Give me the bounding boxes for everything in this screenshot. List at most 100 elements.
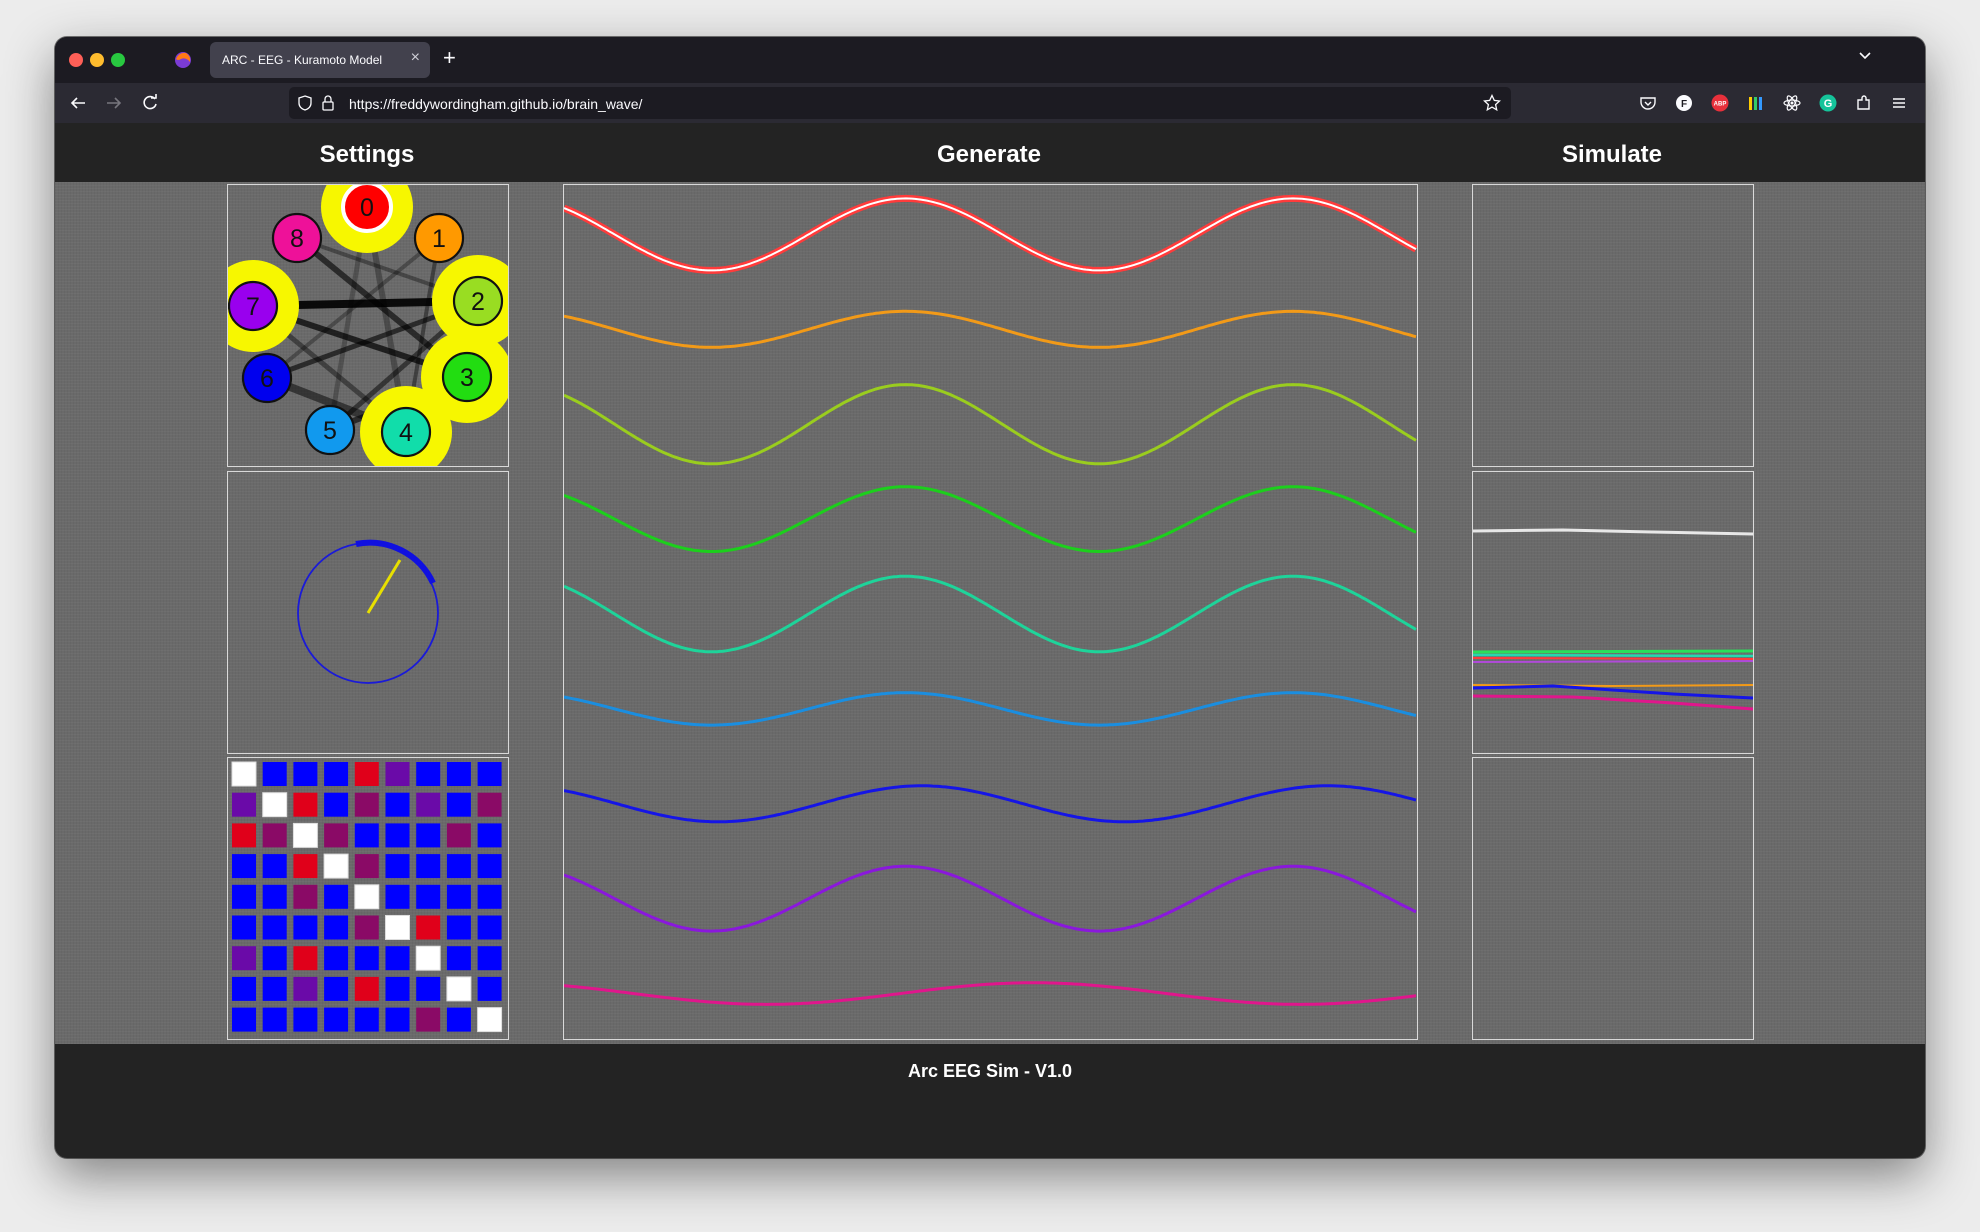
extensions-puzzle-icon[interactable] bbox=[1854, 93, 1874, 113]
matrix-cell[interactable] bbox=[446, 946, 471, 971]
matrix-cell[interactable] bbox=[354, 915, 379, 940]
url-bar[interactable]: https://freddywordingham.github.io/brain… bbox=[289, 87, 1511, 119]
react-devtools-icon[interactable] bbox=[1782, 93, 1802, 113]
oscillator-node-0[interactable]: 0 bbox=[321, 185, 413, 253]
matrix-cell[interactable] bbox=[416, 792, 441, 817]
matrix-cell[interactable] bbox=[416, 915, 441, 940]
matrix-cell[interactable] bbox=[262, 854, 287, 879]
matrix-cell[interactable] bbox=[385, 946, 410, 971]
matrix-cell[interactable] bbox=[293, 884, 318, 909]
matrix-cell[interactable] bbox=[477, 884, 502, 909]
matrix-cell[interactable] bbox=[293, 946, 318, 971]
matrix-cell[interactable] bbox=[354, 792, 379, 817]
lock-icon[interactable] bbox=[321, 95, 335, 111]
matrix-cell[interactable] bbox=[232, 976, 256, 1001]
matrix-cell[interactable] bbox=[293, 854, 318, 879]
matrix-cell[interactable] bbox=[262, 762, 287, 786]
matrix-cell[interactable] bbox=[324, 762, 349, 786]
oscillator-node-1[interactable]: 1 bbox=[413, 212, 465, 264]
matrix-cell[interactable] bbox=[385, 884, 410, 909]
matrix-cell[interactable] bbox=[324, 823, 349, 848]
reload-icon[interactable] bbox=[139, 92, 161, 114]
matrix-cell[interactable] bbox=[477, 1007, 503, 1033]
matrix-cell[interactable] bbox=[416, 854, 441, 879]
matrix-cell[interactable] bbox=[262, 915, 287, 940]
matrix-cell[interactable] bbox=[385, 823, 410, 848]
coupling-matrix-panel[interactable] bbox=[227, 757, 509, 1040]
bookmark-star-icon[interactable] bbox=[1483, 94, 1501, 112]
library-icon[interactable] bbox=[1746, 93, 1766, 113]
shield-icon[interactable] bbox=[297, 95, 313, 111]
matrix-cell[interactable] bbox=[354, 823, 379, 848]
oscillator-network-graph[interactable]: 0 1 2 3 4 5 6 7 8 bbox=[228, 185, 508, 466]
matrix-cell[interactable] bbox=[232, 854, 256, 879]
forward-arrow-icon[interactable] bbox=[103, 92, 125, 114]
matrix-cell[interactable] bbox=[323, 853, 349, 879]
matrix-cell[interactable] bbox=[477, 762, 502, 786]
matrix-cell[interactable] bbox=[292, 822, 318, 848]
matrix-cell[interactable] bbox=[262, 976, 287, 1001]
matrix-cell[interactable] bbox=[324, 946, 349, 971]
matrix-cell[interactable] bbox=[262, 1007, 287, 1032]
matrix-cell[interactable] bbox=[385, 854, 410, 879]
matrix-cell[interactable] bbox=[324, 915, 349, 940]
matrix-cell[interactable] bbox=[477, 915, 502, 940]
matrix-cell[interactable] bbox=[354, 762, 379, 786]
matrix-cell[interactable] bbox=[385, 762, 410, 786]
matrix-cell[interactable] bbox=[354, 854, 379, 879]
matrix-cell[interactable] bbox=[477, 946, 502, 971]
matrix-cell[interactable] bbox=[354, 976, 379, 1001]
matrix-cell[interactable] bbox=[232, 823, 256, 848]
facebook-container-icon[interactable]: F bbox=[1674, 93, 1694, 113]
matrix-cell[interactable] bbox=[416, 884, 441, 909]
matrix-cell[interactable] bbox=[262, 884, 287, 909]
zoom-window-button[interactable] bbox=[111, 53, 125, 67]
matrix-cell[interactable] bbox=[446, 884, 471, 909]
coupling-matrix-grid[interactable] bbox=[228, 758, 508, 1039]
close-window-button[interactable] bbox=[69, 53, 83, 67]
matrix-cell[interactable] bbox=[416, 762, 441, 786]
matrix-cell[interactable] bbox=[477, 792, 502, 817]
oscillator-network-panel[interactable]: 0 1 2 3 4 5 6 7 8 bbox=[227, 184, 509, 467]
new-tab-button[interactable]: + bbox=[443, 45, 456, 71]
tab-list-chevron-icon[interactable] bbox=[1857, 47, 1873, 63]
matrix-cell[interactable] bbox=[324, 1007, 349, 1032]
back-arrow-icon[interactable] bbox=[67, 92, 89, 114]
tab-close-icon[interactable]: × bbox=[411, 49, 420, 67]
minimize-window-button[interactable] bbox=[90, 53, 104, 67]
matrix-cell[interactable] bbox=[416, 823, 441, 848]
matrix-cell[interactable] bbox=[477, 854, 502, 879]
matrix-cell[interactable] bbox=[232, 915, 256, 940]
matrix-cell[interactable] bbox=[385, 976, 410, 1001]
matrix-cell[interactable] bbox=[232, 884, 256, 909]
matrix-cell[interactable] bbox=[446, 976, 472, 1002]
matrix-cell[interactable] bbox=[446, 1007, 471, 1032]
matrix-cell[interactable] bbox=[293, 762, 318, 786]
matrix-cell[interactable] bbox=[385, 915, 410, 940]
matrix-cell[interactable] bbox=[477, 976, 502, 1001]
matrix-cell[interactable] bbox=[293, 915, 318, 940]
adblock-plus-icon[interactable]: ABP bbox=[1710, 93, 1730, 113]
matrix-cell[interactable] bbox=[262, 946, 287, 971]
matrix-cell[interactable] bbox=[293, 1007, 318, 1032]
matrix-cell[interactable] bbox=[232, 1007, 256, 1032]
matrix-cell[interactable] bbox=[385, 1007, 410, 1032]
matrix-cell[interactable] bbox=[354, 1007, 379, 1032]
oscillator-node-6[interactable]: 6 bbox=[241, 352, 293, 404]
matrix-cell[interactable] bbox=[293, 976, 318, 1001]
matrix-cell[interactable] bbox=[232, 946, 256, 971]
oscillator-node-8[interactable]: 8 bbox=[271, 212, 323, 264]
oscillator-node-5[interactable]: 5 bbox=[304, 404, 356, 456]
matrix-cell[interactable] bbox=[262, 823, 287, 848]
matrix-cell[interactable] bbox=[446, 823, 471, 848]
matrix-cell[interactable] bbox=[446, 792, 471, 817]
matrix-cell[interactable] bbox=[385, 792, 410, 817]
url-text[interactable]: https://freddywordingham.github.io/brain… bbox=[349, 96, 642, 112]
matrix-cell[interactable] bbox=[354, 946, 379, 971]
matrix-cell[interactable] bbox=[293, 792, 318, 817]
matrix-cell[interactable] bbox=[415, 945, 441, 971]
matrix-cell[interactable] bbox=[324, 792, 349, 817]
menu-hamburger-icon[interactable] bbox=[1889, 93, 1909, 113]
matrix-cell[interactable] bbox=[446, 854, 471, 879]
matrix-cell[interactable] bbox=[446, 762, 471, 786]
